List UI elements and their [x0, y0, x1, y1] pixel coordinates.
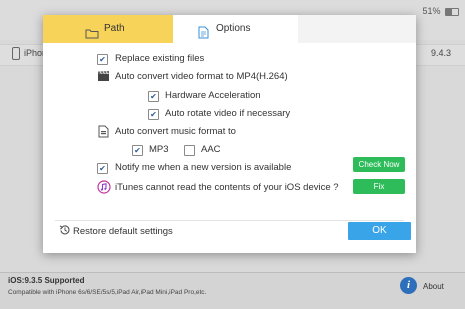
notify-checkbox[interactable]	[97, 163, 108, 174]
battery-percent: 51%	[422, 6, 441, 16]
music-file-icon	[97, 125, 110, 141]
tab-options[interactable]: Options	[173, 15, 298, 43]
compatibility-text: Compatible with iPhone 6s/6/SE/5s/5,iPad…	[8, 289, 207, 296]
check-now-button[interactable]: Check Now	[353, 157, 405, 172]
about-link[interactable]: About	[423, 282, 444, 291]
auto-rotate-label: Auto rotate video if necessary	[165, 108, 291, 119]
hardware-accel-checkbox[interactable]	[148, 91, 159, 102]
folder-icon	[85, 23, 99, 51]
restore-defaults-link[interactable]: Restore default settings	[73, 226, 173, 237]
battery-indicator: 51%	[422, 6, 459, 16]
convert-music-label: Auto convert music format to	[115, 126, 236, 137]
battery-icon	[445, 7, 459, 16]
tab-options-label: Options	[216, 23, 251, 34]
aac-label: AAC	[201, 144, 221, 155]
fix-button[interactable]: Fix	[353, 179, 405, 194]
mp3-label: MP3	[149, 144, 169, 155]
info-icon[interactable]: i	[400, 277, 417, 294]
aac-checkbox[interactable]	[184, 145, 195, 156]
itunes-icon	[97, 180, 111, 197]
document-icon	[197, 23, 209, 51]
settings-dialog: Path Options Replace existing files Auto…	[43, 15, 416, 253]
convert-video-label: Auto convert video format to MP4(H.264)	[115, 71, 288, 82]
video-clapper-icon	[97, 70, 110, 85]
phone-icon	[12, 47, 20, 60]
dialog-divider	[55, 220, 404, 221]
replace-existing-checkbox[interactable]	[97, 54, 108, 65]
tab-path-label: Path	[104, 23, 125, 34]
ios-status: iOS:9.3.5 Supported	[8, 276, 85, 285]
auto-rotate-checkbox[interactable]	[148, 109, 159, 120]
restore-icon[interactable]	[59, 224, 71, 239]
itunes-warning-label: iTunes cannot read the contents of your …	[115, 182, 339, 193]
device-version: 9.4.3	[430, 48, 451, 58]
hardware-accel-label: Hardware Acceleration	[165, 90, 261, 101]
tab-bar: Path Options	[43, 15, 416, 43]
notify-label: Notify me when a new version is availabl…	[115, 162, 292, 173]
mp3-checkbox[interactable]	[132, 145, 143, 156]
replace-existing-label: Replace existing files	[115, 53, 205, 64]
tab-path[interactable]: Path	[43, 15, 173, 43]
ok-button[interactable]: OK	[348, 222, 411, 240]
